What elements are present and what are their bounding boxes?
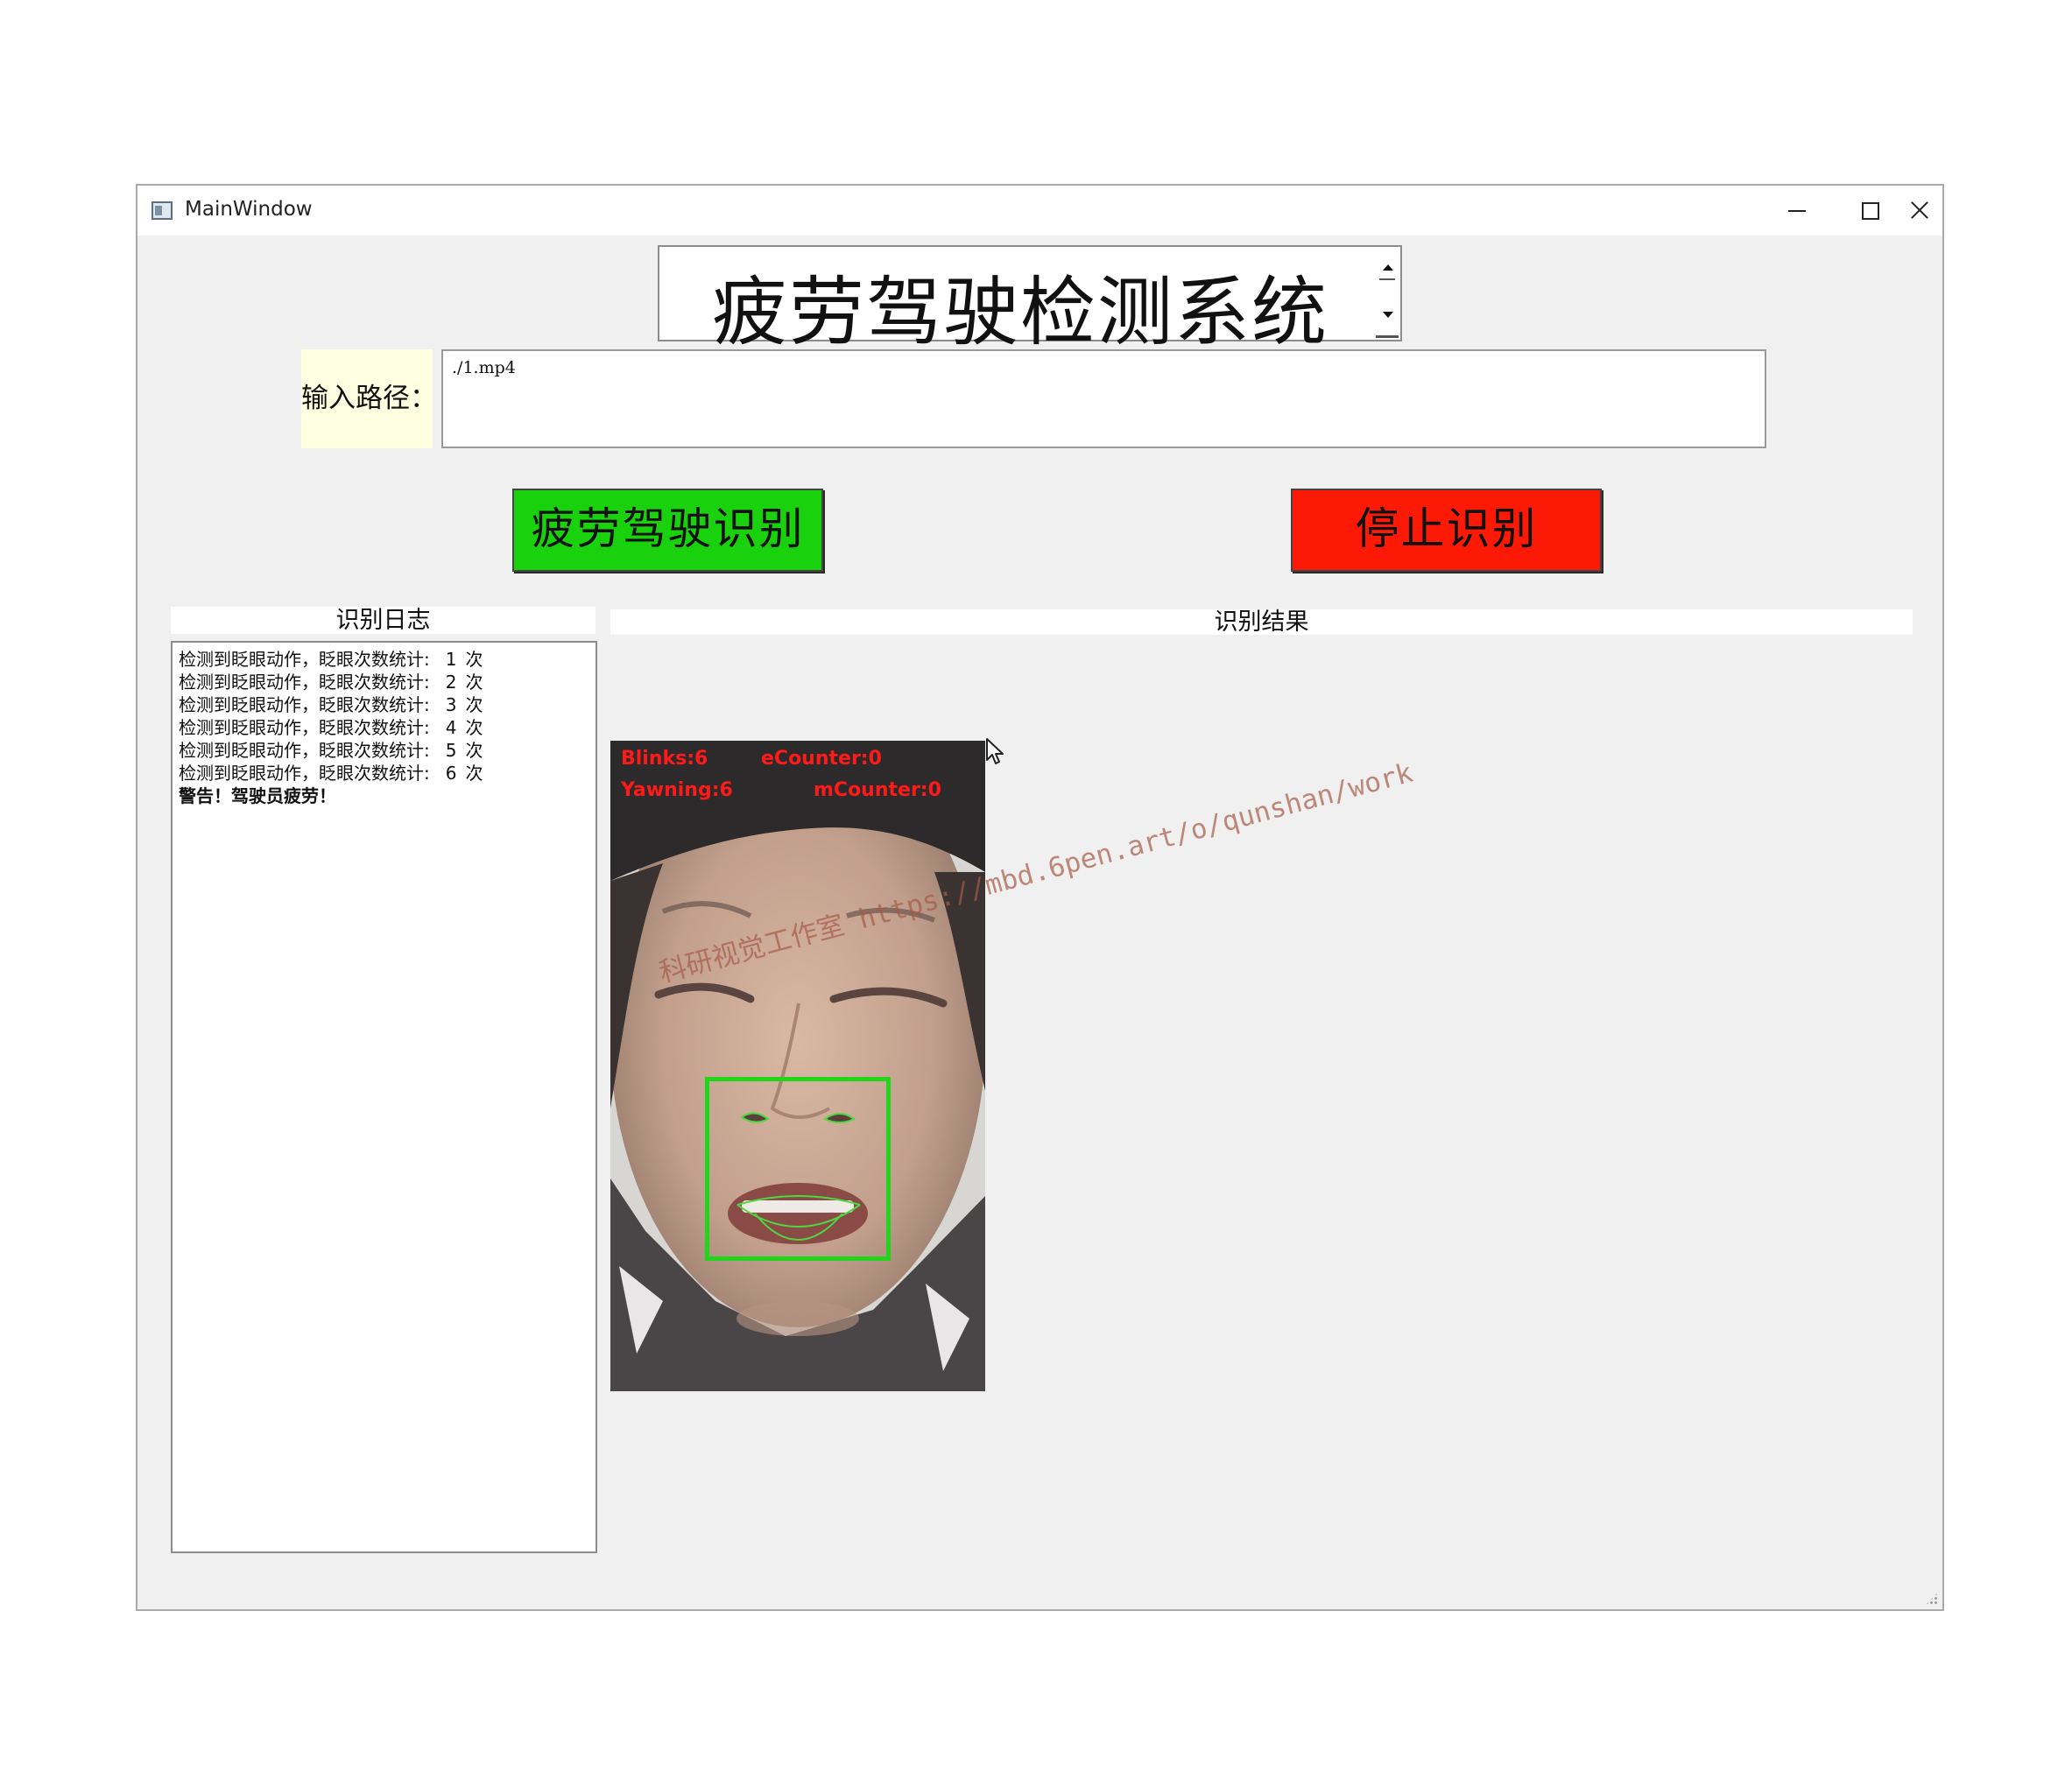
- log-line-text: 检测到眨眼动作，眨眼次数统计:: [179, 672, 430, 693]
- log-warning: 警告！驾驶员疲劳！: [179, 785, 336, 806]
- spin-up-arrow-icon[interactable]: [1376, 249, 1399, 292]
- log-line-unit: 次: [465, 740, 483, 761]
- face-detection-box: [705, 1077, 891, 1261]
- log-line-3: 检测到眨眼动作，眨眼次数统计: 3 次: [179, 693, 589, 716]
- log-line-text: 检测到眨眼动作，眨眼次数统计:: [179, 649, 430, 670]
- log-line-text: 检测到眨眼动作，眨眼次数统计:: [179, 717, 430, 738]
- log-line-4: 检测到眨眼动作，眨眼次数统计: 4 次: [179, 716, 589, 739]
- overlay-ecounter: eCounter:0: [761, 748, 882, 770]
- log-line-unit: 次: [465, 763, 483, 784]
- log-list[interactable]: 检测到眨眼动作，眨眼次数统计: 1 次 检测到眨眼动作，眨眼次数统计: 2 次 检测到眨…: [171, 641, 597, 1553]
- log-line-unit: 次: [465, 717, 483, 738]
- app-heading: 疲劳驾驶检测系统: [712, 269, 1328, 356]
- fatigue-detect-button[interactable]: 疲劳驾驶识别: [512, 489, 823, 572]
- close-button[interactable]: [1905, 186, 1943, 236]
- face-frame-image: [610, 741, 985, 1391]
- stop-detect-button[interactable]: 停止识别: [1291, 489, 1602, 572]
- maximize-button[interactable]: [1832, 186, 1906, 236]
- main-window: MainWindow 疲劳驾驶检测系统 输入路径： ./1.mp4 疲劳驾驶识别…: [136, 184, 1944, 1611]
- log-line-text: 检测到眨眼动作，眨眼次数统计:: [179, 740, 430, 761]
- log-line-unit: 次: [465, 649, 483, 670]
- input-path-field[interactable]: ./1.mp4: [441, 349, 1766, 448]
- resize-grip-icon[interactable]: [1925, 1592, 1939, 1606]
- log-line-count: 1: [445, 649, 457, 670]
- log-line-text: 检测到眨眼动作，眨眼次数统计:: [179, 694, 430, 715]
- log-line-count: 5: [445, 740, 457, 761]
- minimize-button[interactable]: [1759, 186, 1833, 236]
- log-line-count: 6: [445, 763, 457, 784]
- overlay-blinks: Blinks:6: [621, 748, 708, 770]
- log-line-count: 2: [445, 672, 457, 693]
- log-line-text: 检测到眨眼动作，眨眼次数统计:: [179, 763, 430, 784]
- result-header: 识别结果: [610, 609, 1913, 635]
- log-line-count: 4: [445, 717, 457, 738]
- overlay-mcounter: mCounter:0: [814, 779, 941, 801]
- overlay-yawning: Yawning:6: [621, 779, 733, 801]
- app-window-icon: [152, 201, 173, 220]
- log-line-6: 检测到眨眼动作，眨眼次数统计: 6 次: [179, 762, 589, 784]
- log-line-count: 3: [445, 694, 457, 715]
- spin-down-arrow-icon[interactable]: [1376, 294, 1399, 338]
- result-video-frame: Blinks:6 eCounter:0 Yawning:6 mCounter:0: [610, 741, 985, 1391]
- log-line-1: 检测到眨眼动作，眨眼次数统计: 1 次: [179, 648, 589, 671]
- log-line-unit: 次: [465, 672, 483, 693]
- window-title: MainWindow: [185, 198, 313, 221]
- log-line-2: 检测到眨眼动作，眨眼次数统计: 2 次: [179, 671, 589, 693]
- input-path-label: 输入路径：: [301, 349, 433, 448]
- log-line-5: 检测到眨眼动作，眨眼次数统计: 5 次: [179, 739, 589, 762]
- mouse-cursor-icon: [986, 738, 1004, 764]
- title-bar[interactable]: MainWindow: [137, 186, 1942, 236]
- spin-buttons: [1376, 249, 1399, 338]
- log-header: 识别日志: [171, 607, 596, 634]
- log-line-unit: 次: [465, 694, 483, 715]
- title-spinbox[interactable]: 疲劳驾驶检测系统: [658, 245, 1402, 356]
